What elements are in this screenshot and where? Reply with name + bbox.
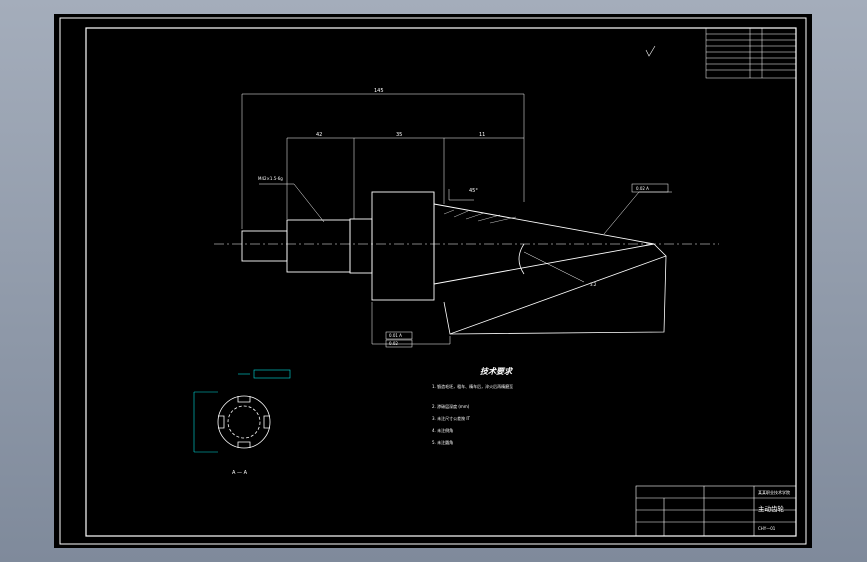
roughness-symbol <box>645 45 656 57</box>
dim-seg1: 42 <box>316 132 322 138</box>
drawing-canvas[interactable]: 145 42 35 11 45° M42×1.5-6g 0.02 A 0.01 … <box>54 14 812 548</box>
drawing-sheet[interactable]: 145 42 35 11 45° M42×1.5-6g 0.02 A 0.01 … <box>54 14 812 548</box>
part-name: 主动齿轮 <box>758 504 785 513</box>
inner-frame <box>85 27 797 537</box>
institution-name: 某某职业技术学院 <box>758 489 790 495</box>
outer-frame <box>59 17 807 545</box>
note-1: 1. 锻造毛坯，粗车、精车后，淬火后再精磨至 <box>432 383 513 389</box>
thread-callout: M42×1.5-6g <box>258 176 283 181</box>
leader-lines <box>259 183 672 283</box>
note-5: 5. 未注圆角 <box>432 439 453 445</box>
dim-angle: 45° <box>469 188 478 194</box>
position-tol-callout: 0.01 A <box>389 333 402 338</box>
gear-tooth-profile <box>443 243 667 335</box>
section-dimensions <box>193 369 291 453</box>
taper-tol-callout: 0.02 A <box>636 186 649 191</box>
dim-seg2: 35 <box>396 132 402 138</box>
drawing-code: CHY—01 <box>758 526 776 531</box>
dim-overall: 145 <box>374 88 384 94</box>
parameter-table <box>705 27 797 79</box>
note-2: 2. 渗碳层深度 (mm) <box>432 403 470 409</box>
cad-viewport[interactable]: 145 42 35 11 45° M42×1.5-6g 0.02 A 0.01 … <box>0 0 867 562</box>
roughness-callout: 3.2 <box>590 282 597 287</box>
section-view-label: A — A <box>232 470 248 476</box>
notes-heading: 技术要求 <box>480 367 514 376</box>
note-3: 3. 未注尺寸公差按 IT <box>432 415 471 421</box>
section-view <box>217 395 271 449</box>
note-4: 4. 未注倒角 <box>432 427 453 433</box>
dim-seg3: 11 <box>479 132 485 138</box>
flatness-callout: 0.02 <box>389 341 398 346</box>
